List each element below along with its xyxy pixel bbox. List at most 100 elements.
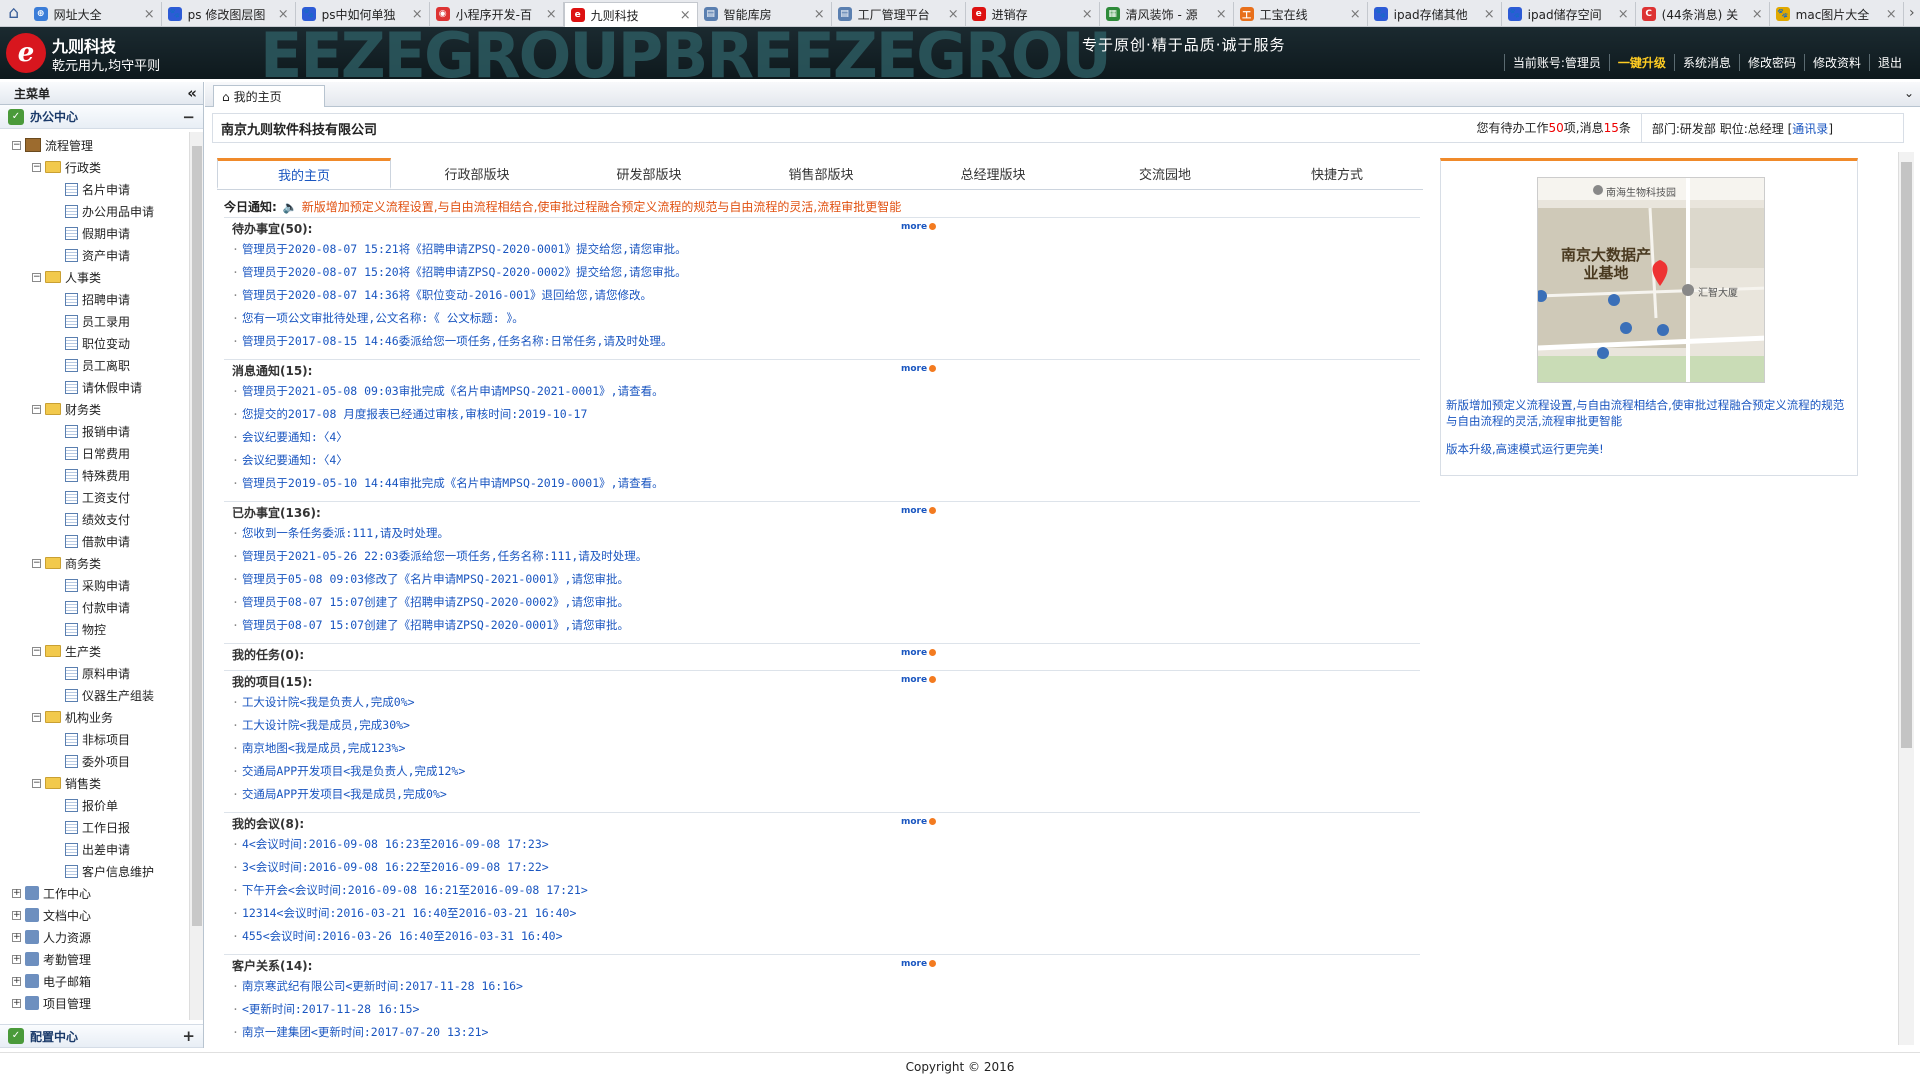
expand-icon[interactable]: + <box>12 932 21 942</box>
list-item[interactable]: 管理员于08-07 15:07创建了《招聘申请ZPSQ-2020-0002》,请… <box>232 591 1420 614</box>
list-item[interactable]: 会议纪要通知:〈4〉 <box>232 426 1420 449</box>
list-item[interactable]: 3<会议时间:2016-09-08 16:22至2016-09-08 17:22… <box>232 856 1420 879</box>
collapse-sidebar-icon[interactable]: « <box>187 84 197 102</box>
scroll-thumb[interactable] <box>192 146 202 926</box>
list-item[interactable]: 您收到一条任务委派:111,请及时处理。 <box>232 522 1420 545</box>
menu-item[interactable]: − 行政类 <box>0 156 188 178</box>
menu-item[interactable]: 日常费用 <box>0 442 188 464</box>
close-icon[interactable]: × <box>1484 7 1495 22</box>
menu-item[interactable]: 采购申请 <box>0 574 188 596</box>
board-tab[interactable]: 行政部版块 <box>391 158 563 189</box>
collapse-icon[interactable]: − <box>32 712 41 722</box>
location-map[interactable]: 南海生物科技园 南京大数据产业基地 汇智大厦 <box>1537 177 1765 383</box>
menu-item[interactable]: 员工录用 <box>0 310 188 332</box>
tab-my-homepage[interactable]: ⌂ 我的主页 <box>213 85 325 107</box>
list-item[interactable]: 管理员于2020-08-07 15:20将《招聘申请ZPSQ-2020-0002… <box>232 261 1420 284</box>
panel-notice-text[interactable]: 新版增加预定义流程设置,与自由流程相结合,使审批过程融合预定义流程的规范与自由流… <box>1446 397 1852 429</box>
panel-upgrade-text[interactable]: 版本升级,高速模式运行更完美! <box>1446 441 1604 457</box>
list-item[interactable]: 工大设计院<我是负责人,完成0%> <box>232 691 1420 714</box>
menu-item[interactable]: − 生产类 <box>0 640 188 662</box>
menu-item[interactable]: 工作日报 <box>0 816 188 838</box>
close-icon[interactable]: × <box>948 7 959 22</box>
list-item[interactable]: 管理员于2021-05-26 22:03委派给您一项任务,任务名称:111,请及… <box>232 545 1420 568</box>
close-icon[interactable]: × <box>412 7 423 22</box>
list-item[interactable]: 455<会议时间:2016-03-26 16:40至2016-03-31 16:… <box>232 925 1420 948</box>
menu-item[interactable]: − 财务类 <box>0 398 188 420</box>
list-item[interactable]: 您有一项公文审批待处理,公文名称:《 公文标题: 》。 <box>232 307 1420 330</box>
edit-profile-link[interactable]: 修改资料 <box>1803 54 1869 71</box>
scroll-thumb[interactable] <box>1901 162 1912 748</box>
collapse-section-icon[interactable]: − <box>182 108 195 126</box>
board-tab[interactable]: 总经理版块 <box>907 158 1079 189</box>
collapse-icon[interactable]: − <box>32 404 41 414</box>
menu-item[interactable]: + 考勤管理 <box>0 948 188 970</box>
menu-item[interactable]: 假期申请 <box>0 222 188 244</box>
menu-item[interactable]: 报销申请 <box>0 420 188 442</box>
menu-item[interactable]: 绩效支付 <box>0 508 188 530</box>
list-item[interactable]: 4<会议时间:2016-09-08 16:23至2016-09-08 17:23… <box>232 833 1420 856</box>
upgrade-link[interactable]: 一键升级 <box>1608 54 1674 71</box>
menu-item[interactable]: + 文档中心 <box>0 904 188 926</box>
close-icon[interactable]: × <box>1886 7 1897 22</box>
menu-item[interactable]: 报价单 <box>0 794 188 816</box>
collapse-icon[interactable]: − <box>32 646 41 656</box>
board-tab[interactable]: 我的主页 <box>217 158 391 189</box>
list-item[interactable]: 12314<会议时间:2016-03-21 16:40至2016-03-21 1… <box>232 902 1420 925</box>
browser-tab[interactable]: ▤ 智能库房 × <box>698 2 832 26</box>
menu-item[interactable]: + 人力资源 <box>0 926 188 948</box>
browser-tab[interactable]: 🐾 mac图片大全 × <box>1770 2 1904 26</box>
menu-item[interactable]: 职位变动 <box>0 332 188 354</box>
browser-tab[interactable]: 工工宝在线 × <box>1234 2 1368 26</box>
expand-icon[interactable]: + <box>12 910 21 920</box>
sidebar-scrollbar[interactable] <box>189 132 203 1020</box>
browser-tab[interactable]: 🐾 ps中如何单独 × <box>296 2 430 26</box>
menu-item[interactable]: − 流程管理 <box>0 134 188 156</box>
list-item[interactable]: 南京寒武纪有限公司<更新时间:2017-11-28 16:16> <box>232 975 1420 998</box>
close-icon[interactable]: × <box>1752 7 1763 22</box>
collapse-icon[interactable]: − <box>12 140 21 150</box>
collapse-icon[interactable]: − <box>32 558 41 568</box>
menu-item[interactable]: + 工作中心 <box>0 882 188 904</box>
list-item[interactable]: 您提交的2017-08 月度报表已经通过审核,审核时间:2019-10-17 <box>232 403 1420 426</box>
menu-item[interactable]: 名片申请 <box>0 178 188 200</box>
menu-item[interactable]: 借款申请 <box>0 530 188 552</box>
list-item[interactable]: 会议纪要通知:〈4〉 <box>232 449 1420 472</box>
menu-item[interactable]: 员工离职 <box>0 354 188 376</box>
close-icon[interactable]: × <box>278 7 289 22</box>
expand-icon[interactable]: + <box>12 998 21 1008</box>
system-messages-link[interactable]: 系统消息 <box>1673 54 1739 71</box>
list-item[interactable]: 管理员于05-08 09:03修改了《名片申请MPSQ-2021-0001》,请… <box>232 568 1420 591</box>
menu-item[interactable]: − 人事类 <box>0 266 188 288</box>
close-icon[interactable]: × <box>814 7 825 22</box>
menu-item[interactable]: 委外项目 <box>0 750 188 772</box>
menu-item[interactable]: 办公用品申请 <box>0 200 188 222</box>
list-item[interactable]: 管理员于2019-05-10 14:44审批完成《名片申请MPSQ-2019-0… <box>232 472 1420 495</box>
pending-summary[interactable]: 您有待办工作50项,消息15条 <box>1476 113 1642 143</box>
logout-link[interactable]: 退出 <box>1868 54 1910 71</box>
list-item[interactable]: <更新时间:2017-11-28 16:15> <box>232 998 1420 1021</box>
more-link[interactable]: more <box>901 506 937 516</box>
browser-tab[interactable]: ◉ 小程序开发-百 × <box>430 2 564 26</box>
close-icon[interactable]: × <box>680 8 691 23</box>
change-password-link[interactable]: 修改密码 <box>1738 54 1804 71</box>
menu-item[interactable]: 资产申请 <box>0 244 188 266</box>
board-tab[interactable]: 快捷方式 <box>1251 158 1423 189</box>
menu-item[interactable]: 特殊费用 <box>0 464 188 486</box>
list-item[interactable]: 南京一建集团<更新时间:2017-07-20 13:21> <box>232 1021 1420 1044</box>
collapse-icon[interactable]: − <box>32 162 41 172</box>
menu-item[interactable]: 原料申请 <box>0 662 188 684</box>
menu-item[interactable]: + 项目管理 <box>0 992 188 1014</box>
menu-item[interactable]: − 商务类 <box>0 552 188 574</box>
list-item[interactable]: 南京地图<我是成员,完成123%> <box>232 737 1420 760</box>
expand-icon[interactable]: + <box>12 954 21 964</box>
expand-icon[interactable]: + <box>12 976 21 986</box>
browser-tab[interactable]: 🐾 ipad存储其他 × <box>1368 2 1502 26</box>
menu-item[interactable]: 非标项目 <box>0 728 188 750</box>
close-icon[interactable]: × <box>144 7 155 22</box>
list-item[interactable]: 管理员于08-07 15:07创建了《招聘申请ZPSQ-2020-0001》,请… <box>232 614 1420 637</box>
close-icon[interactable]: × <box>546 7 557 22</box>
browser-tab[interactable]: e 进销存 × <box>966 2 1100 26</box>
contacts-link[interactable]: 通讯录 <box>1792 122 1828 136</box>
list-item[interactable]: 管理员于2017-08-15 14:46委派给您一项任务,任务名称:日常任务,请… <box>232 330 1420 353</box>
more-link[interactable]: more <box>901 364 937 374</box>
